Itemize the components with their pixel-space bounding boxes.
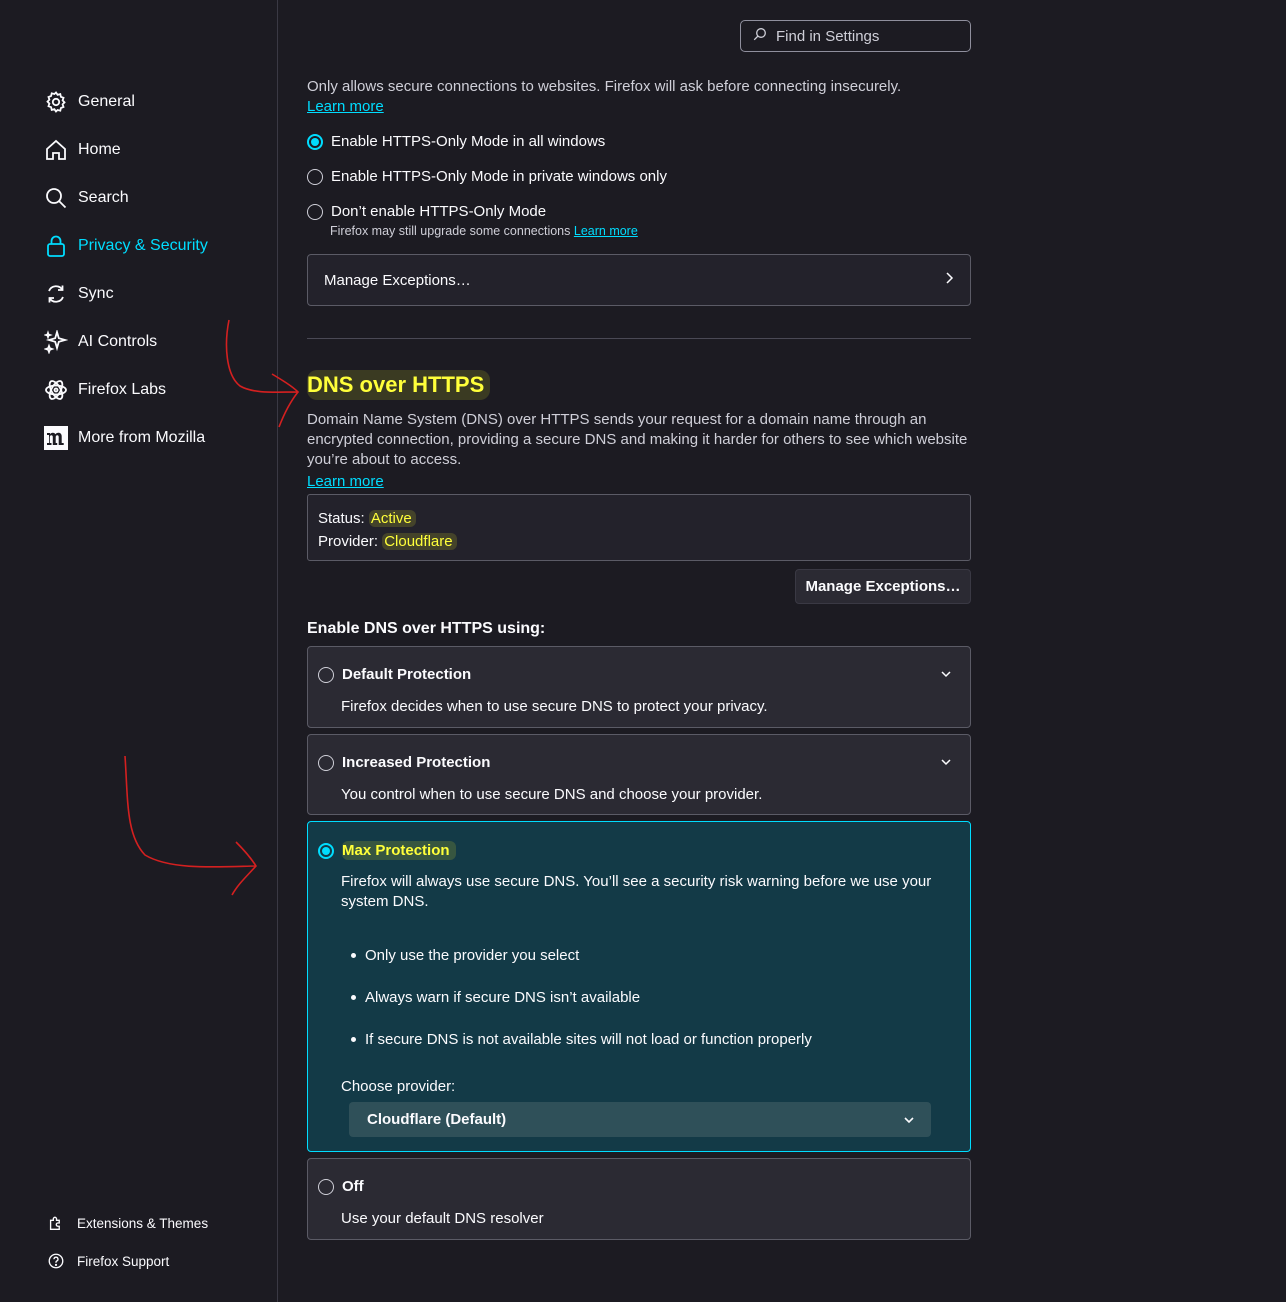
section-divider	[307, 338, 971, 339]
search-icon	[44, 186, 68, 210]
radio-label: Don’t enable HTTPS-Only Mode	[331, 203, 547, 220]
https-only-learn-more-link[interactable]: Learn more	[307, 97, 384, 117]
doh-increased-protection-card[interactable]: Increased Protection You control when to…	[307, 734, 971, 815]
https-only-description: Only allows secure connections to websit…	[307, 78, 902, 95]
provider-select[interactable]: Cloudflare (Default)	[349, 1102, 931, 1137]
doh-status-box: Status: Active Provider: Cloudflare	[307, 494, 971, 561]
labs-icon	[44, 378, 68, 402]
list-item: Always warn if secure DNS isn’t availabl…	[351, 976, 812, 1018]
status-value: Active	[368, 510, 416, 527]
sidebar-item-label: AI Controls	[78, 333, 158, 350]
puzzle-icon	[46, 1213, 66, 1233]
sparkle-icon	[44, 330, 68, 354]
radio-unchecked[interactable]	[318, 1178, 334, 1195]
gear-icon	[44, 90, 68, 114]
chevron-down-icon	[903, 1111, 915, 1128]
doh-learn-more-link[interactable]: Learn more	[307, 472, 384, 492]
sidebar-item-label: More from Mozilla	[78, 429, 206, 446]
search-input[interactable]	[776, 27, 966, 45]
sync-icon	[44, 282, 68, 306]
max-protection-desc: Firefox will always use secure DNS. You’…	[341, 873, 932, 910]
search-icon	[753, 27, 767, 45]
provider-label: Provider:	[318, 533, 379, 550]
sidebar-footer: Extensions & Themes Firefox Support	[46, 1204, 208, 1280]
max-protection-option[interactable]: Max Protection	[318, 841, 456, 860]
increased-protection-title: Increased Protection	[342, 754, 491, 771]
https-only-all-windows-option[interactable]: Enable HTTPS-Only Mode in all windows	[307, 133, 605, 150]
sidebar-item-label: Privacy & Security	[78, 237, 208, 254]
https-only-private-windows-option[interactable]: Enable HTTPS-Only Mode in private window…	[307, 168, 667, 185]
default-protection-desc: Firefox decides when to use secure DNS t…	[341, 698, 768, 715]
default-protection-option[interactable]: Default Protection	[318, 666, 471, 683]
doh-off-card[interactable]: Off Use your default DNS resolver	[307, 1158, 971, 1240]
sidebar-item-label: Home	[78, 141, 121, 158]
sidebar-item-sync[interactable]: Sync	[44, 270, 208, 318]
provider-select-value: Cloudflare (Default)	[367, 1111, 507, 1128]
firefox-support-link[interactable]: Firefox Support	[46, 1242, 208, 1280]
find-in-settings[interactable]	[740, 20, 971, 52]
note-text: Firefox may still upgrade some connectio…	[330, 224, 571, 238]
sidebar-item-general[interactable]: General	[44, 78, 208, 126]
https-manage-exceptions-button[interactable]: Manage Exceptions…	[307, 254, 971, 306]
lock-icon	[44, 234, 68, 258]
radio-unchecked[interactable]	[307, 203, 323, 220]
off-option[interactable]: Off	[318, 1178, 364, 1195]
radio-unchecked[interactable]	[318, 666, 334, 683]
max-protection-bullets: Only use the provider you select Always …	[351, 934, 812, 1060]
mozilla-logo-icon	[44, 426, 68, 450]
radio-unchecked[interactable]	[318, 754, 334, 771]
sidebar-item-privacy-security[interactable]: Privacy & Security	[44, 222, 208, 270]
extensions-themes-label: Extensions & Themes	[77, 1215, 209, 1231]
off-title: Off	[342, 1178, 364, 1195]
doh-enable-using-heading: Enable DNS over HTTPS using:	[307, 620, 546, 637]
sidebar-item-home[interactable]: Home	[44, 126, 208, 174]
choose-provider-label: Choose provider:	[341, 1078, 456, 1095]
doh-heading: DNS over HTTPS	[307, 370, 491, 400]
chevron-right-icon	[944, 271, 954, 289]
increased-protection-option[interactable]: Increased Protection	[318, 754, 490, 771]
sidebar-item-ai-controls[interactable]: AI Controls	[44, 318, 208, 366]
max-protection-title: Max Protection	[342, 841, 456, 860]
provider-value: Cloudflare	[382, 533, 457, 550]
sidebar: General Home Search Privacy & Security S…	[0, 0, 278, 1302]
sidebar-item-label: General	[78, 93, 135, 110]
sidebar-nav: General Home Search Privacy & Security S…	[44, 78, 208, 462]
radio-label: Enable HTTPS-Only Mode in all windows	[331, 133, 606, 150]
manage-exceptions-label: Manage Exceptions…	[324, 271, 471, 289]
radio-unchecked[interactable]	[307, 168, 323, 185]
sidebar-item-firefox-labs[interactable]: Firefox Labs	[44, 366, 208, 414]
doh-default-protection-card[interactable]: Default Protection Firefox decides when …	[307, 646, 971, 728]
home-icon	[44, 138, 68, 162]
list-item: If secure DNS is not available sites wil…	[351, 1018, 812, 1060]
doh-provider-row: Provider: Cloudflare	[318, 530, 960, 553]
https-only-disable-note: Firefox may still upgrade some connectio…	[330, 224, 638, 238]
doh-description: Domain Name System (DNS) over HTTPS send…	[307, 411, 968, 468]
radio-checked[interactable]	[318, 842, 334, 859]
doh-max-protection-card[interactable]: Max Protection Firefox will always use s…	[307, 821, 971, 1152]
sidebar-item-label: Sync	[78, 285, 114, 302]
doh-status-row: Status: Active	[318, 507, 960, 530]
off-desc: Use your default DNS resolver	[341, 1210, 544, 1227]
radio-checked[interactable]	[307, 133, 323, 150]
help-icon	[46, 1251, 66, 1271]
extensions-themes-link[interactable]: Extensions & Themes	[46, 1204, 208, 1242]
chevron-down-icon[interactable]	[940, 665, 952, 682]
sidebar-item-search[interactable]: Search	[44, 174, 208, 222]
sidebar-item-label: Firefox Labs	[78, 381, 167, 398]
doh-manage-exceptions-button[interactable]: Manage Exceptions…	[795, 569, 971, 604]
radio-label: Enable HTTPS-Only Mode in private window…	[331, 168, 667, 185]
list-item: Only use the provider you select	[351, 934, 812, 976]
chevron-down-icon[interactable]	[940, 753, 952, 770]
status-label: Status:	[318, 510, 365, 527]
https-only-disable-option[interactable]: Don’t enable HTTPS-Only Mode	[307, 203, 546, 220]
default-protection-title: Default Protection	[342, 666, 472, 683]
sidebar-item-label: Search	[78, 189, 129, 206]
increased-protection-desc: You control when to use secure DNS and c…	[341, 786, 763, 803]
firefox-support-label: Firefox Support	[77, 1253, 170, 1269]
note-learn-more-link[interactable]: Learn more	[574, 224, 638, 238]
sidebar-item-more-from-mozilla[interactable]: More from Mozilla	[44, 414, 208, 462]
